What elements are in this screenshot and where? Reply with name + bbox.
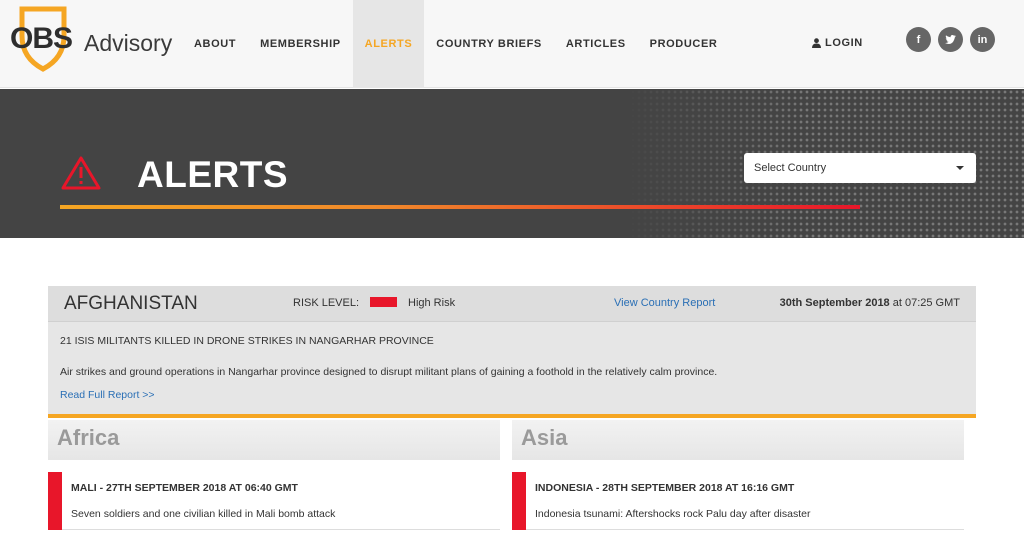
- alerts-banner: ALERTS Select Country: [0, 89, 1024, 238]
- alert-date-day: 30th September 2018: [779, 297, 890, 309]
- alert-country: AFGHANISTAN: [64, 293, 198, 314]
- main-menu: ABOUT MEMBERSHIP ALERTS COUNTRY BRIEFS A…: [182, 0, 729, 88]
- risk-indicator-bar: [48, 472, 62, 530]
- twitter-icon[interactable]: [938, 27, 963, 52]
- nav-item-membership[interactable]: MEMBERSHIP: [248, 0, 353, 88]
- caret-down-icon: [956, 166, 964, 170]
- region-heading: Asia: [512, 420, 964, 460]
- site-logo[interactable]: OBS Advisory: [6, 6, 173, 76]
- country-select-value: Select Country: [754, 162, 827, 174]
- read-full-report-link[interactable]: Read Full Report >>: [60, 389, 155, 401]
- region-alert-text: Indonesia tsunami: Aftershocks rock Palu…: [535, 508, 811, 520]
- risk-indicator-bar: [512, 472, 526, 530]
- alert-summary: Air strikes and ground operations in Nan…: [60, 366, 718, 378]
- nav-item-articles[interactable]: ARTICLES: [554, 0, 638, 88]
- nav-item-country-briefs[interactable]: COUNTRY BRIEFS: [424, 0, 554, 88]
- region-alert-title: MALI - 27TH SEPTEMBER 2018 AT 06:40 GMT: [71, 482, 298, 494]
- facebook-icon[interactable]: f: [906, 27, 931, 52]
- login-link[interactable]: LOGIN: [812, 37, 863, 49]
- nav-item-producer[interactable]: PRODUCER: [638, 0, 730, 88]
- region-alert-title: INDONESIA - 28TH SEPTEMBER 2018 AT 16:16…: [535, 482, 795, 494]
- region-alert-item[interactable]: INDONESIA - 28TH SEPTEMBER 2018 AT 16:16…: [512, 472, 964, 530]
- twitter-bird-icon: [945, 35, 956, 44]
- risk-level-label: RISK LEVEL:: [293, 297, 360, 309]
- country-select[interactable]: Select Country: [744, 153, 976, 183]
- risk-level-value: High Risk: [408, 297, 456, 309]
- featured-alert-card: AFGHANISTAN RISK LEVEL: High Risk View C…: [48, 286, 976, 418]
- page-title: ALERTS: [137, 154, 288, 195]
- alert-date: 30th September 2018 at 07:25 GMT: [780, 297, 960, 309]
- linkedin-icon[interactable]: in: [970, 27, 995, 52]
- region-africa: Africa MALI - 27TH SEPTEMBER 2018 AT 06:…: [48, 420, 500, 538]
- warning-icon: [61, 156, 101, 190]
- top-navigation: OBS Advisory ABOUT MEMBERSHIP ALERTS COU…: [0, 0, 1024, 88]
- region-heading: Africa: [48, 420, 500, 460]
- region-alert-text: Seven soldiers and one civilian killed i…: [71, 508, 336, 520]
- alert-headline: 21 ISIS MILITANTS KILLED IN DRONE STRIKE…: [60, 335, 434, 347]
- view-country-report-link[interactable]: View Country Report: [614, 297, 715, 309]
- nav-item-about[interactable]: ABOUT: [182, 0, 248, 88]
- brand-name: Advisory: [84, 30, 173, 56]
- nav-item-alerts[interactable]: ALERTS: [352, 0, 425, 88]
- alert-date-time: at 07:25 GMT: [889, 297, 960, 309]
- login-label: LOGIN: [825, 37, 863, 49]
- region-asia: Asia INDONESIA - 28TH SEPTEMBER 2018 AT …: [512, 420, 964, 538]
- alert-header: AFGHANISTAN RISK LEVEL: High Risk View C…: [48, 286, 976, 322]
- region-alert-item[interactable]: MALI - 27TH SEPTEMBER 2018 AT 06:40 GMT …: [48, 472, 500, 530]
- user-icon: [812, 38, 821, 48]
- title-underline: [60, 205, 860, 209]
- risk-level-swatch: [370, 297, 397, 307]
- logo-text: OBS: [10, 22, 73, 55]
